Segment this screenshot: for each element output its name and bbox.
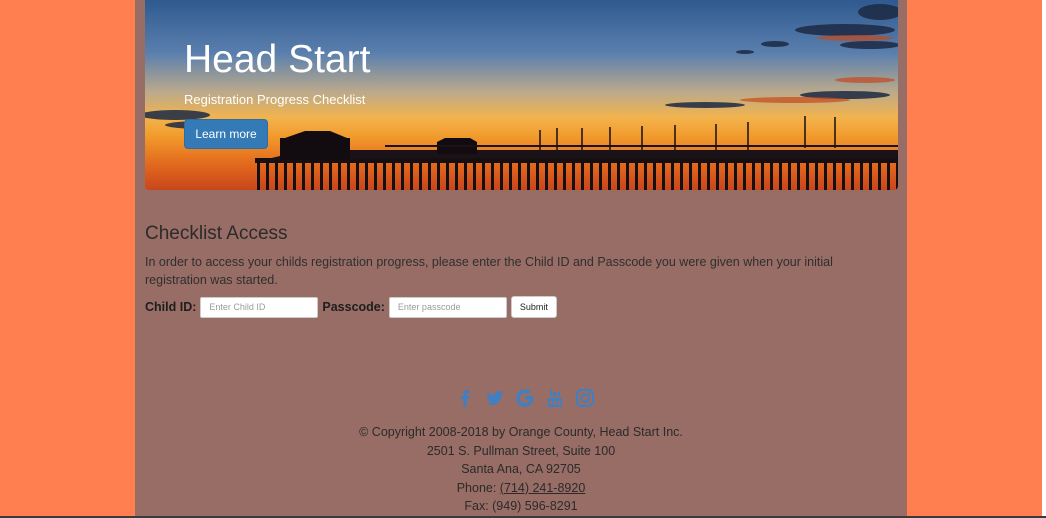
window-edge xyxy=(1042,0,1046,518)
phone-line: Phone: (714) 241-8920 xyxy=(135,479,907,498)
page-container: Head Start Registration Progress Checkli… xyxy=(135,0,907,518)
section-title: Checklist Access xyxy=(145,223,288,244)
google-icon[interactable] xyxy=(515,388,535,408)
child-id-input[interactable] xyxy=(200,296,319,318)
fax-line: Fax: (949) 596-8291 xyxy=(464,499,578,513)
youtube-icon[interactable] xyxy=(545,388,565,408)
instructions-text: In order to access your childs registrat… xyxy=(145,255,833,287)
learn-more-button[interactable]: Learn more xyxy=(184,119,268,149)
hero-title: Head Start xyxy=(184,38,371,81)
phone-link[interactable]: (714) 241-8920 xyxy=(500,481,585,495)
copyright-text: © Copyright 2008-2018 by Orange County, … xyxy=(359,425,683,439)
social-links xyxy=(455,388,595,408)
twitter-icon[interactable] xyxy=(485,388,505,408)
passcode-label: Passcode: xyxy=(322,300,385,314)
passcode-input[interactable] xyxy=(388,296,507,318)
checklist-access-form: Child ID: Passcode: Submit xyxy=(145,296,557,318)
child-id-label: Child ID: xyxy=(145,300,197,314)
address-line-2: Santa Ana, CA 92705 xyxy=(461,462,581,476)
phone-label: Phone: xyxy=(456,480,500,495)
submit-button[interactable]: Submit xyxy=(510,296,557,318)
address-line-1: 2501 S. Pullman Street, Suite 100 xyxy=(426,443,616,458)
footer: © Copyright 2008-2018 by Orange County, … xyxy=(135,423,907,516)
hero-banner: Head Start Registration Progress Checkli… xyxy=(145,0,898,190)
facebook-icon[interactable] xyxy=(455,388,475,408)
instagram-icon[interactable] xyxy=(575,388,595,408)
hero-subtitle: Registration Progress Checklist xyxy=(184,92,366,107)
